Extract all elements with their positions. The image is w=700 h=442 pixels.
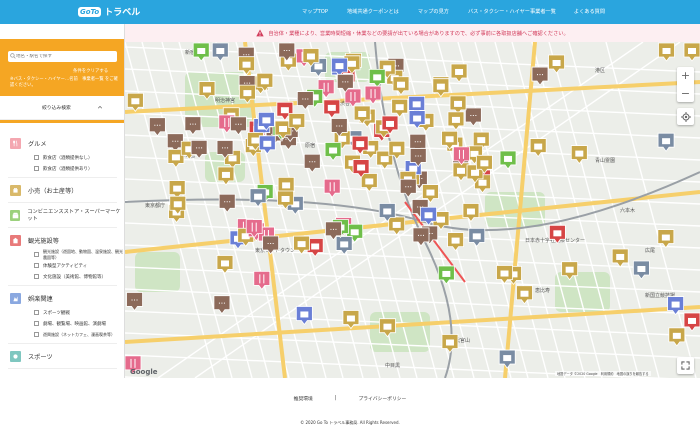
search-field[interactable] bbox=[8, 51, 117, 62]
site-logo[interactable]: GoTo トラベル bbox=[78, 5, 140, 18]
category-option[interactable]: 遊興施設（ネットカフェ、漫画喫茶等） bbox=[0, 329, 124, 340]
search-icon bbox=[10, 53, 16, 59]
footer-link-environment[interactable]: 推奨環境 bbox=[294, 395, 313, 402]
nav-item-faq[interactable]: よくある質問 bbox=[574, 8, 605, 15]
category-icon bbox=[10, 137, 21, 149]
checkbox[interactable] bbox=[34, 155, 39, 160]
footer-link-privacy[interactable]: プライバシーポリシー bbox=[358, 395, 406, 402]
category-list: グルメ飲食店（酒類提供なし） 飲食店（酒類提供あり） 小売（お土産等） コンビニエンス… bbox=[0, 134, 124, 372]
map-label: 青山霊園 bbox=[595, 157, 615, 164]
category-title: 小売（お土産等） bbox=[28, 187, 78, 195]
category-icon bbox=[10, 350, 21, 362]
category-option[interactable]: 観光施設（遊園地、動物園、温泉施設、観光農園等） bbox=[0, 248, 124, 260]
divider bbox=[8, 368, 117, 369]
divider bbox=[8, 285, 117, 286]
checkbox[interactable] bbox=[34, 310, 39, 315]
category-option[interactable]: 体験型アクティビティ bbox=[0, 260, 124, 271]
map-label: 広尾 bbox=[645, 247, 655, 254]
top-header: GoTo トラベル マップTOP 地域共通クーポンとは マップの見方 バス・タク… bbox=[0, 0, 700, 24]
chevron-up-icon bbox=[97, 105, 103, 109]
checkbox[interactable] bbox=[34, 274, 39, 279]
filter-toggle[interactable]: 絞り込み検索 bbox=[0, 96, 124, 120]
option-label: スポーツ観戦 bbox=[43, 310, 70, 316]
map-canvas[interactable]: 渋谷区新宿区港区代々木公園東京都庁六本木恵比寿原宿広尾中目黒代官山青山霊園明治神… bbox=[125, 42, 700, 378]
search-input[interactable] bbox=[16, 54, 111, 59]
category-option[interactable]: 飲食店（酒類提供なし） bbox=[0, 152, 124, 163]
divider bbox=[8, 177, 117, 178]
map-label: 東京都庁 bbox=[145, 202, 165, 209]
sidebar: 条件をクリアする ※バス・タクシー・ハイヤー…名前 事業者一覧 をご確認ください… bbox=[0, 24, 125, 378]
category-4[interactable]: 娯楽関連 bbox=[0, 289, 124, 307]
map-label: 中目黒 bbox=[385, 362, 400, 369]
map-label: 原宿 bbox=[305, 142, 315, 149]
footer-divider: | bbox=[334, 396, 337, 401]
search-note: ※バス・タクシー・ハイヤー…名前 事業者一覧 をご確認ください。 bbox=[10, 77, 118, 88]
zoom-out-button[interactable]: − bbox=[677, 85, 694, 102]
map-label: 港区 bbox=[595, 67, 605, 74]
category-title: グルメ bbox=[28, 140, 47, 148]
checkbox[interactable] bbox=[34, 166, 39, 171]
zoom-in-button[interactable]: + bbox=[677, 67, 694, 84]
category-0[interactable]: グルメ bbox=[0, 134, 124, 152]
category-1[interactable]: 小売（お土産等） bbox=[0, 181, 124, 199]
copyright: © 2020 Go To トラベル事務局. All Rights Reserve… bbox=[300, 420, 400, 425]
footer: 推奨環境 | プライバシーポリシー © 2020 Go To トラベル事務局. … bbox=[0, 378, 700, 442]
category-title: 娯楽関連 bbox=[28, 295, 53, 303]
category-icon bbox=[10, 184, 21, 196]
checkbox[interactable] bbox=[34, 252, 39, 257]
notice-banner: 自治体・業種により、営業時間短縮・休業などの要請が出ている場合がありますので、必… bbox=[125, 24, 700, 42]
map-label: 明治神宮 bbox=[215, 97, 235, 104]
category-title: コンビニエンスストア・スーパーマーケット bbox=[27, 209, 121, 222]
category-icon bbox=[10, 234, 21, 246]
filter-label: 絞り込み検索 bbox=[42, 106, 71, 111]
map-label: 六本木 bbox=[620, 207, 635, 214]
category-option[interactable]: 飲食店（酒類提供あり） bbox=[0, 163, 124, 174]
location-icon bbox=[680, 111, 691, 122]
category-option[interactable]: 文化施設（美術館、博物館等） bbox=[0, 271, 124, 282]
logo-text: トラベル bbox=[104, 8, 141, 18]
category-option[interactable]: 劇場、観覧場、映画館、演劇場 bbox=[0, 318, 124, 329]
category-2[interactable]: コンビニエンスストア・スーパーマーケット bbox=[0, 206, 124, 224]
clear-conditions-link[interactable]: 条件をクリアする bbox=[73, 68, 108, 74]
my-location-button[interactable] bbox=[677, 108, 694, 125]
divider bbox=[8, 202, 117, 203]
option-label: 体験型アクティビティ bbox=[43, 263, 88, 269]
checkbox[interactable] bbox=[34, 321, 39, 326]
nav-item-coupon[interactable]: 地域共通クーポンとは bbox=[347, 8, 399, 15]
category-icon bbox=[10, 292, 21, 304]
google-logo: Google bbox=[130, 368, 158, 376]
nav-item-map-top[interactable]: マップTOP bbox=[302, 8, 328, 15]
footer-links: 推奨環境 | プライバシーポリシー bbox=[0, 395, 700, 402]
fullscreen-button[interactable] bbox=[677, 357, 694, 374]
option-label: 劇場、観覧場、映画館、演劇場 bbox=[43, 321, 106, 327]
map-attribution[interactable]: 地図データ ©2020 Google 利用規約 地図の誤りを報告する bbox=[555, 371, 651, 376]
divider bbox=[8, 227, 117, 228]
nav-item-howto[interactable]: マップの見方 bbox=[418, 8, 449, 15]
option-label: 文化施設（美術館、博物館等） bbox=[43, 274, 106, 280]
nav-item-transport[interactable]: バス・タクシー・ハイヤー事業者一覧 bbox=[468, 8, 556, 15]
divider bbox=[8, 343, 117, 344]
map-label: 恵比寿 bbox=[535, 287, 550, 294]
checkbox[interactable] bbox=[34, 332, 39, 337]
category-icon bbox=[10, 209, 21, 221]
category-title: 観光施設等 bbox=[28, 237, 59, 245]
option-label: 遊興施設（ネットカフェ、漫画喫茶等） bbox=[43, 331, 115, 337]
park-area bbox=[135, 252, 180, 292]
warning-icon bbox=[256, 29, 264, 37]
category-5[interactable]: スポーツ bbox=[0, 347, 124, 365]
category-option[interactable]: スポーツ観戦 bbox=[0, 307, 124, 318]
option-label: 観光施設（遊園地、動物園、温泉施設、観光農園等） bbox=[43, 248, 123, 260]
category-title: スポーツ bbox=[28, 353, 53, 361]
map-svg: 渋谷区新宿区港区代々木公園東京都庁六本木恵比寿原宿広尾中目黒代官山青山霊園明治神… bbox=[125, 42, 700, 378]
notice-text: 自治体・業種により、営業時間短縮・休業などの要請が出ている場合がありますので、必… bbox=[268, 30, 569, 37]
checkbox[interactable] bbox=[34, 263, 39, 268]
fullscreen-icon bbox=[681, 361, 690, 370]
zoom-controls: + − bbox=[677, 67, 694, 102]
logo-badge: GoTo bbox=[78, 6, 102, 17]
main-nav: マップTOP 地域共通クーポンとは マップの見方 バス・タクシー・ハイヤー事業者… bbox=[300, 8, 605, 15]
option-label: 飲食店（酒類提供なし） bbox=[43, 155, 93, 161]
category-3[interactable]: 観光施設等 bbox=[0, 231, 124, 249]
option-label: 飲食店（酒類提供あり） bbox=[43, 166, 93, 172]
